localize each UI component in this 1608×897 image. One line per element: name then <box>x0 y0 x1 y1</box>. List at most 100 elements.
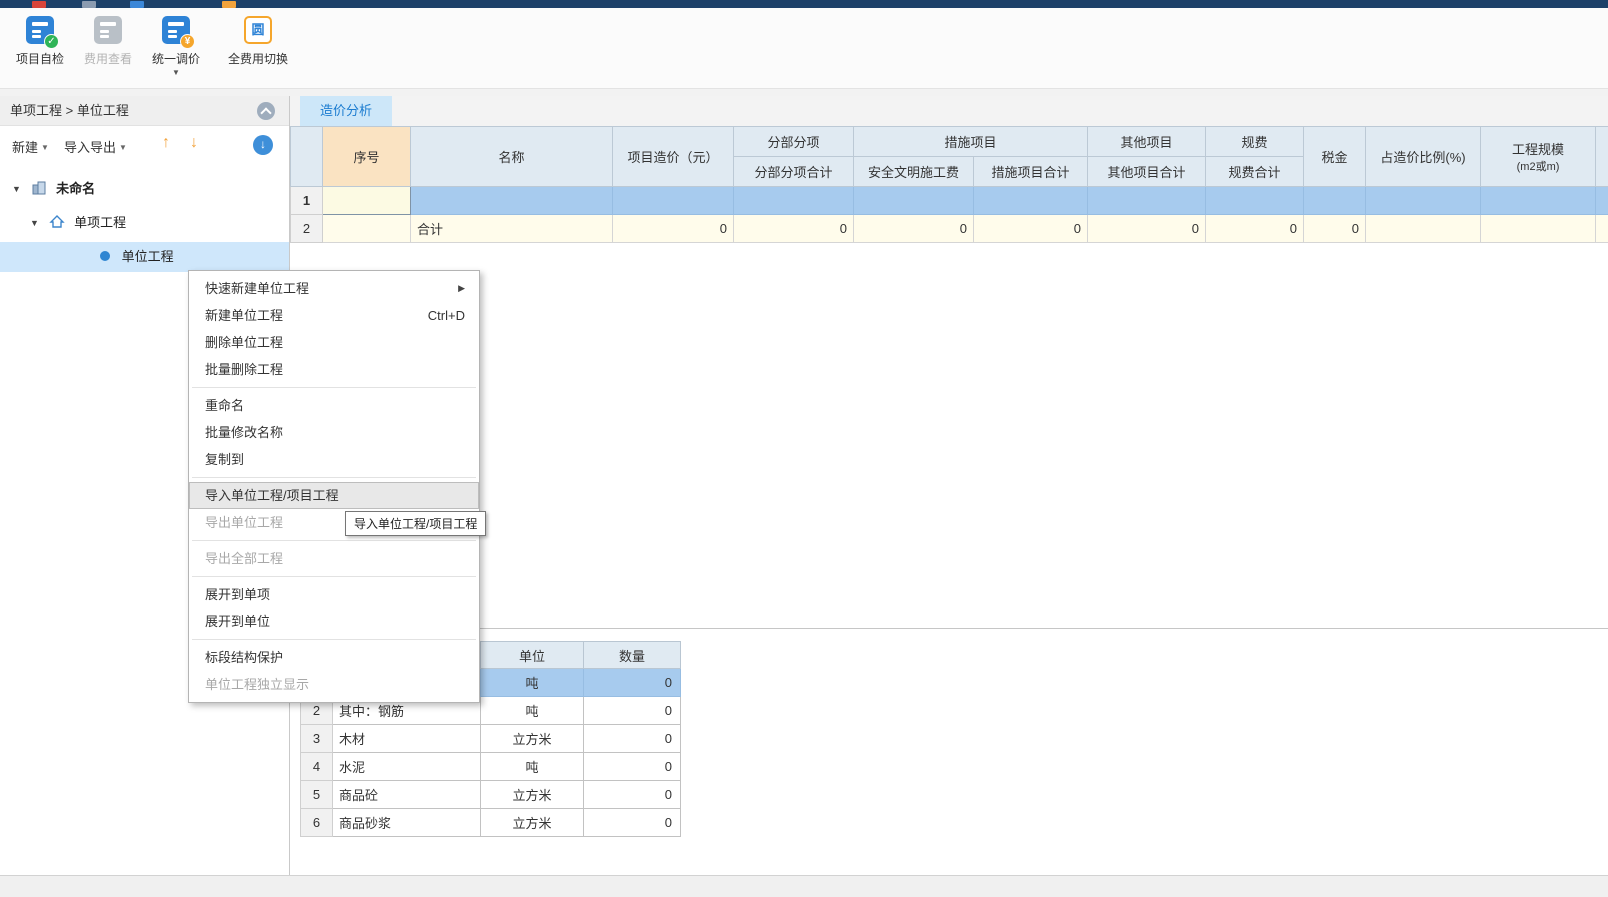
material-name-cell[interactable]: 木材 <box>332 724 481 753</box>
col-header-name[interactable]: 名称 <box>410 126 613 187</box>
cost-cell[interactable] <box>1087 186 1207 215</box>
cost-cell[interactable] <box>322 186 411 215</box>
move-down-button[interactable]: ↓ <box>190 134 198 152</box>
material-name-cell[interactable]: 商品砂浆 <box>332 808 481 837</box>
material-qty-cell[interactable]: 0 <box>583 668 681 697</box>
material-unit-cell[interactable]: 吨 <box>480 752 584 781</box>
titlebar-icon[interactable] <box>130 1 144 8</box>
material-qty-cell[interactable]: 0 <box>583 724 681 753</box>
row-number[interactable]: 5 <box>300 780 333 809</box>
cost-cell[interactable] <box>1365 214 1482 243</box>
material-qty-cell[interactable]: 0 <box>583 752 681 781</box>
scale-line2: (m2或m) <box>1516 161 1560 173</box>
cost-cell[interactable] <box>1365 186 1482 215</box>
menu-item[interactable]: 快速新建单位工程 ▶ <box>189 275 479 302</box>
row-number[interactable]: 6 <box>300 808 333 837</box>
col-header-aqwm[interactable]: 安全文明施工费 <box>853 156 974 187</box>
cost-cell[interactable] <box>1205 186 1305 215</box>
import-export-button[interactable]: 导入导出 ▼ <box>64 137 127 156</box>
menu-item: 单位工程独立显示 <box>189 671 479 698</box>
tab-cost-analysis[interactable]: 造价分析 <box>300 96 392 126</box>
cost-cell[interactable]: 0 <box>1303 214 1367 243</box>
cost-cell[interactable] <box>853 186 974 215</box>
tree-item-unit-project[interactable]: 单位工程 <box>0 242 289 272</box>
caret-down-icon[interactable]: ▼ <box>12 184 21 194</box>
cost-cell[interactable] <box>322 214 411 243</box>
cost-cell[interactable] <box>612 186 734 215</box>
caret-down-icon[interactable]: ▼ <box>30 218 39 228</box>
material-name-cell[interactable]: 商品砼 <box>332 780 481 809</box>
material-unit-cell[interactable]: 立方米 <box>480 724 584 753</box>
material-unit-cell[interactable]: 吨 <box>480 696 584 725</box>
material-name-cell[interactable]: 水泥 <box>332 752 481 781</box>
tree-item-label: 未命名 <box>56 181 96 196</box>
menu-item[interactable]: 重命名 <box>189 392 479 419</box>
group-header-gf[interactable]: 规费 <box>1205 126 1305 157</box>
cost-cell[interactable]: 0 <box>1087 214 1207 243</box>
col-header-csxm-total[interactable]: 措施项目合计 <box>972 156 1089 187</box>
material-qty-cell[interactable]: 0 <box>583 696 681 725</box>
full-cost-switch-button[interactable]: 圆 全费用切换 <box>214 16 302 67</box>
group-header-fbfx[interactable]: 分部分项 <box>733 126 854 157</box>
menu-item[interactable]: 删除单位工程 <box>189 329 479 356</box>
menu-item[interactable]: 复制到 <box>189 446 479 473</box>
row-number[interactable]: 2 <box>290 214 323 243</box>
cost-cell[interactable]: 0 <box>1205 214 1305 243</box>
project-self-check-button[interactable]: ✓ 项目自检 <box>8 16 72 67</box>
titlebar-icon[interactable] <box>32 1 46 8</box>
cost-cell[interactable] <box>1303 186 1367 215</box>
material-qty-cell[interactable]: 0 <box>583 780 681 809</box>
expand-all-button[interactable]: ↓ <box>253 135 273 155</box>
collapse-panel-button[interactable] <box>257 102 275 120</box>
material-unit-cell[interactable]: 立方米 <box>480 780 584 809</box>
cost-cell[interactable] <box>410 186 613 215</box>
new-button[interactable]: 新建 ▼ <box>12 137 49 156</box>
row-number[interactable]: 1 <box>290 186 323 215</box>
menu-item[interactable]: 批量修改名称 <box>189 419 479 446</box>
col-header-scale[interactable]: 工程规模 (m2或m) <box>1480 126 1597 187</box>
move-up-button[interactable]: ↑ <box>162 134 170 152</box>
cost-cell[interactable] <box>972 186 1089 215</box>
menu-item[interactable]: 批量删除工程 <box>189 356 479 383</box>
material-qty-cell[interactable]: 0 <box>583 808 681 837</box>
group-header-qtxm[interactable]: 其他项目 <box>1087 126 1207 157</box>
col-header-cost[interactable]: 项目造价（元） <box>612 126 734 187</box>
cost-cell[interactable] <box>733 186 854 215</box>
cost-cell[interactable]: 0 <box>972 214 1089 243</box>
cost-cell[interactable]: 0 <box>853 214 974 243</box>
col-header-gf-total[interactable]: 规费合计 <box>1205 156 1305 187</box>
cost-analysis-table: 序号 名称 项目造价（元） 分部分项 措施项目 其他项目 规费 税金 占造价比例… <box>290 126 1608 243</box>
menu-item[interactable]: 标段结构保护 <box>189 644 479 671</box>
menu-item[interactable]: 展开到单项 <box>189 581 479 608</box>
col-header-ratio[interactable]: 占造价比例(%) <box>1365 126 1482 187</box>
tree-item-single-project[interactable]: ▼ 单项工程 <box>0 208 289 238</box>
cost-cell[interactable]: 0 <box>733 214 854 243</box>
menu-item[interactable]: 新建单位工程 Ctrl+D <box>189 302 479 329</box>
col-header-xuhao[interactable]: 序号 <box>322 126 411 187</box>
cost-cell[interactable] <box>1480 214 1597 243</box>
cost-cell[interactable] <box>1480 186 1597 215</box>
cost-cell[interactable]: 合计 <box>410 214 613 243</box>
corner-header <box>290 126 323 187</box>
unified-price-button[interactable]: ¥ 统一调价 ▼ <box>144 16 208 77</box>
titlebar-icon[interactable] <box>222 1 236 8</box>
stub-header <box>1595 126 1608 187</box>
menu-item[interactable]: 导入单位工程/项目工程 <box>189 482 479 509</box>
col-header-tax[interactable]: 税金 <box>1303 126 1367 187</box>
col-header-unit[interactable]: 单位 <box>480 641 584 669</box>
material-unit-cell[interactable]: 立方米 <box>480 808 584 837</box>
dropdown-caret-icon[interactable]: ▼ <box>144 69 208 77</box>
cost-cell[interactable]: 0 <box>612 214 734 243</box>
titlebar-icon[interactable] <box>82 1 96 8</box>
col-header-fbfx-total[interactable]: 分部分项合计 <box>733 156 854 187</box>
col-header-qty[interactable]: 数量 <box>583 641 681 669</box>
pane-splitter[interactable] <box>290 628 1608 629</box>
col-header-qtxm-total[interactable]: 其他项目合计 <box>1087 156 1207 187</box>
menu-item[interactable]: 展开到单位 <box>189 608 479 635</box>
group-header-csxm[interactable]: 措施项目 <box>852 126 1089 157</box>
tree-item-project-root[interactable]: ▼ 未命名 <box>0 174 289 204</box>
row-number[interactable]: 3 <box>300 724 333 753</box>
tooltip: 导入单位工程/项目工程 <box>345 511 487 536</box>
material-unit-cell[interactable]: 吨 <box>480 668 584 697</box>
row-number[interactable]: 4 <box>300 752 333 781</box>
